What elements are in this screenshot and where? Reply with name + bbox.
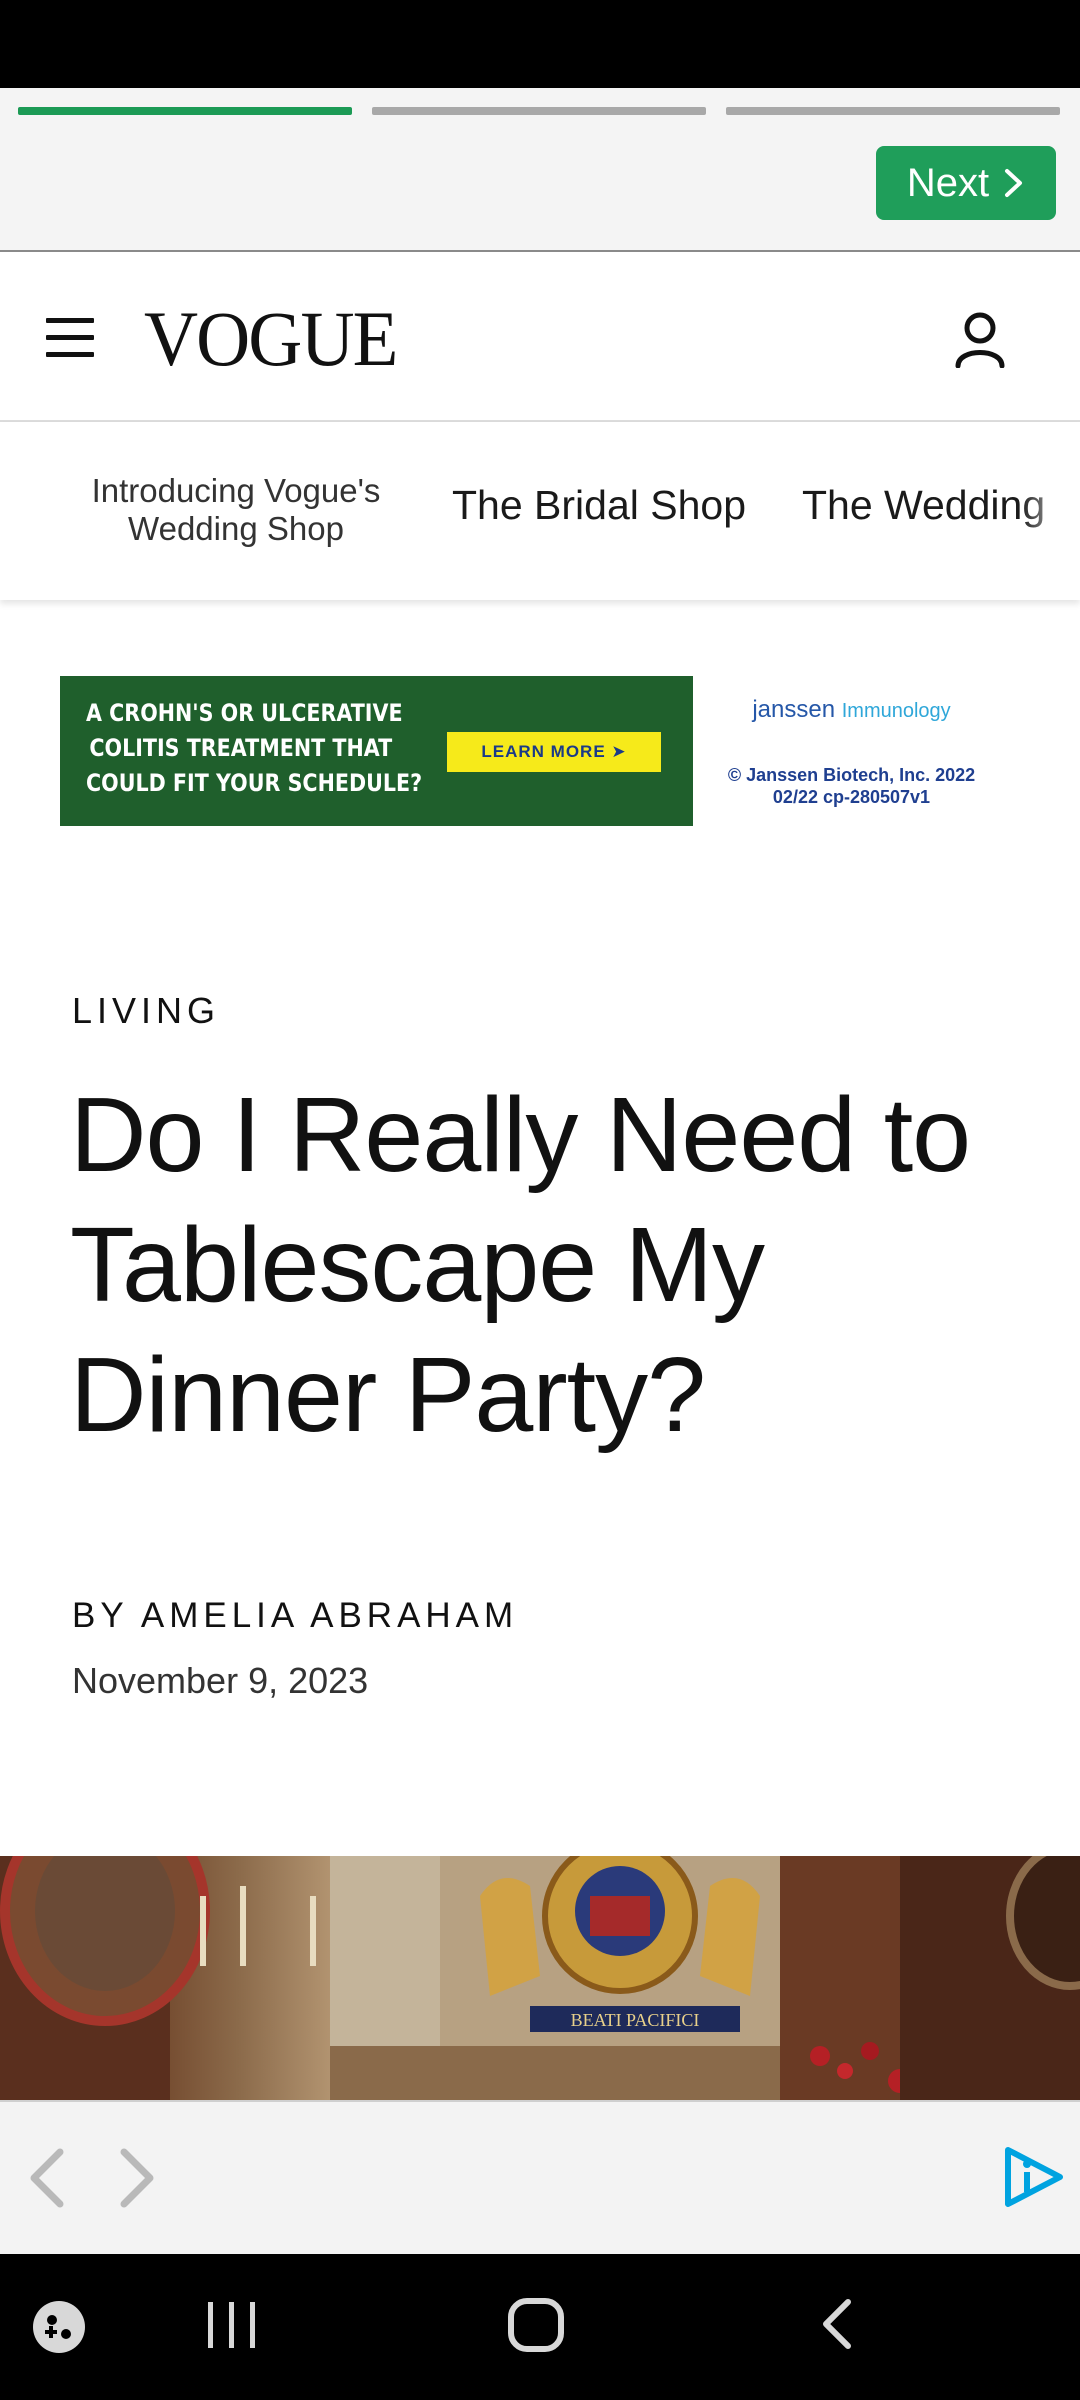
article-byline: BY AMELIA ABRAHAM xyxy=(72,1596,518,1636)
user-account-icon[interactable] xyxy=(952,310,1008,368)
progress-segment-3 xyxy=(726,107,1060,115)
ad-headline-line: A CROHN'S OR ULCERATIVE xyxy=(86,699,403,727)
ad-learn-more-button[interactable]: LEARN MORE ➤ xyxy=(444,729,664,775)
chevron-right-icon[interactable] xyxy=(112,2146,162,2210)
ad-legal-line: 02/22 cp-280507v1 xyxy=(772,787,931,807)
progress-segment-1 xyxy=(18,107,352,115)
ad-brand-sub: Immunology xyxy=(841,700,951,722)
author-link[interactable]: AMELIA ABRAHAM xyxy=(141,1596,518,1635)
ad-banner[interactable]: A CROHN'S OR ULCERATIVE COLITIS TREATMEN… xyxy=(60,676,1010,826)
section-nav-bar: Introducing Vogue's Wedding Shop The Bri… xyxy=(0,422,1080,600)
ad-headline: A CROHN'S OR ULCERATIVE COLITIS TREATMEN… xyxy=(86,696,423,801)
byline-prefix: BY xyxy=(72,1596,129,1635)
ad-brand-logo: janssen Immunology xyxy=(693,696,1010,724)
android-nav-bar xyxy=(0,2254,1080,2400)
site-header: VOGUE xyxy=(0,254,1080,422)
game-launcher-icon[interactable] xyxy=(32,2300,86,2354)
ad-left-panel: A CROHN'S OR ULCERATIVE COLITIS TREATMEN… xyxy=(60,676,693,826)
nav-item-the-wedding[interactable]: The Wedding xyxy=(802,482,1045,529)
article-headline: Do I Really Need to Tablescape My Dinner… xyxy=(70,1076,971,1454)
recent-apps-icon[interactable] xyxy=(204,2294,260,2354)
chevron-left-icon[interactable] xyxy=(22,2146,72,2210)
hamburger-menu-icon[interactable] xyxy=(46,318,96,358)
next-button-label: Next xyxy=(906,160,990,205)
ad-headline-line: COLITIS TREATMENT THAT xyxy=(89,734,393,762)
progress-segment-2 xyxy=(372,107,706,115)
chevron-right-icon xyxy=(1005,169,1023,197)
article-section-label[interactable]: LIVING xyxy=(72,990,220,1032)
article-date: November 9, 2023 xyxy=(72,1660,369,1701)
nav-item-bridal-shop[interactable]: The Bridal Shop xyxy=(452,482,746,529)
home-icon[interactable] xyxy=(506,2294,566,2354)
status-bar xyxy=(0,0,1080,88)
nav-fade-overlay xyxy=(1020,422,1080,600)
motto-text: BEATI PACIFICI xyxy=(571,2010,700,2030)
ad-brand-name: janssen xyxy=(752,696,836,723)
vogue-logo[interactable]: VOGUE xyxy=(144,300,398,378)
story-header: Next xyxy=(0,88,1080,252)
ad-right-panel: janssen Immunology © Janssen Biotech, In… xyxy=(693,676,1010,826)
ad-headline-line: COULD FIT YOUR SCHEDULE? xyxy=(86,769,423,797)
nav-promo-wedding-shop[interactable]: Introducing Vogue's Wedding Shop xyxy=(68,472,404,548)
ad-legal-line: © Janssen Biotech, Inc. 2022 xyxy=(727,765,976,785)
bottom-ad-bar xyxy=(0,2100,1080,2254)
next-story-button[interactable]: Next xyxy=(876,146,1056,220)
hero-image: BEATI PACIFICI xyxy=(0,1856,1080,2100)
adchoices-icon[interactable] xyxy=(1000,2144,1066,2210)
back-icon[interactable] xyxy=(814,2294,860,2354)
ad-legal-text: © Janssen Biotech, Inc. 2022 02/22 cp-28… xyxy=(693,764,1010,808)
